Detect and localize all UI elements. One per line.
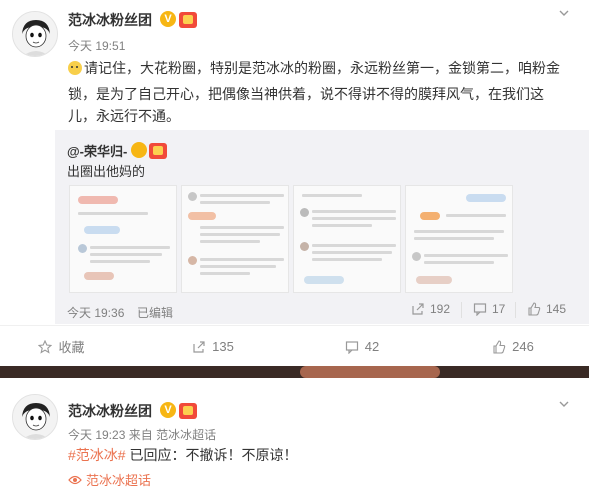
post-text-line-1: 请记住，大花粉圈，特别是范冰冰的粉圈，永远粉丝第一，金锁第二，咱粉金 — [68, 55, 560, 81]
super-topic-link[interactable]: 范冰冰超话 — [68, 470, 151, 489]
avatar[interactable] — [12, 11, 58, 57]
weibo-post: 范冰冰粉丝团 V 今天 19:51 请记住，大花粉圈，特别是范冰冰的粉圈，永远粉… — [0, 0, 589, 366]
action-bar: 收藏 135 42 246 — [0, 325, 589, 366]
post-time[interactable]: 今天 19:51 — [68, 37, 125, 54]
share-icon — [193, 340, 205, 353]
thumbs-up-icon — [493, 339, 506, 354]
image-thumbnail[interactable] — [405, 185, 513, 293]
hashtag-link[interactable]: #范冰冰# — [68, 447, 126, 463]
favorite-button[interactable]: 收藏 — [0, 326, 123, 367]
verified-badge-icon — [131, 142, 148, 158]
doge-emoji-icon — [68, 61, 82, 75]
post-meta: 今天 19:23 来自 范冰冰超话 — [68, 426, 216, 443]
fan-level-icon — [149, 143, 168, 159]
repost-box[interactable]: @-荣华归- 出圈出他妈的 今天 19:36 已编辑 192 17 145 — [55, 130, 589, 324]
image-thumbnail[interactable] — [69, 185, 177, 293]
author-name[interactable]: 范冰冰粉丝团 — [68, 401, 152, 421]
edited-label: 已编辑 — [137, 306, 174, 320]
comment-count[interactable]: 17 — [473, 302, 505, 316]
star-icon — [38, 339, 53, 354]
like-button[interactable]: 246 — [453, 326, 573, 367]
source-prefix: 来自 — [128, 428, 153, 442]
repost-time[interactable]: 今天 19:36 — [67, 304, 124, 321]
chevron-down-icon[interactable] — [558, 398, 570, 410]
avatar[interactable] — [12, 394, 58, 440]
comment-button[interactable]: 42 — [302, 326, 422, 367]
image-thumbnail[interactable] — [181, 185, 289, 293]
feed-divider — [0, 366, 589, 378]
fan-level-icon — [179, 12, 197, 28]
repost-button[interactable]: 135 — [153, 326, 273, 367]
eye-icon — [68, 475, 82, 484]
chevron-down-icon[interactable] — [558, 7, 570, 19]
post-text-line-3: 儿，永远行不通。 — [68, 108, 180, 124]
thumbs-up-icon — [528, 302, 541, 316]
post-text: #范冰冰# 已回应：不撤诉！不原谅！ — [68, 447, 298, 463]
verified-badge-icon: V — [160, 402, 176, 418]
verified-badge-icon: V — [160, 11, 176, 27]
comment-icon — [473, 303, 487, 316]
like-count[interactable]: 145 — [527, 302, 566, 316]
post-time[interactable]: 今天 19:23 — [68, 428, 125, 442]
fan-level-icon — [179, 403, 197, 419]
repost-count[interactable]: 192 — [411, 302, 450, 316]
author-name[interactable]: 范冰冰粉丝团 — [68, 10, 152, 30]
repost-text: 出圈出他妈的 — [67, 164, 146, 179]
image-thumbnail[interactable] — [293, 185, 401, 293]
comment-icon — [345, 340, 358, 354]
post-source[interactable]: 范冰冰超话 — [156, 428, 216, 442]
share-icon — [412, 303, 424, 315]
repost-author[interactable]: @-荣华归- — [67, 140, 168, 160]
